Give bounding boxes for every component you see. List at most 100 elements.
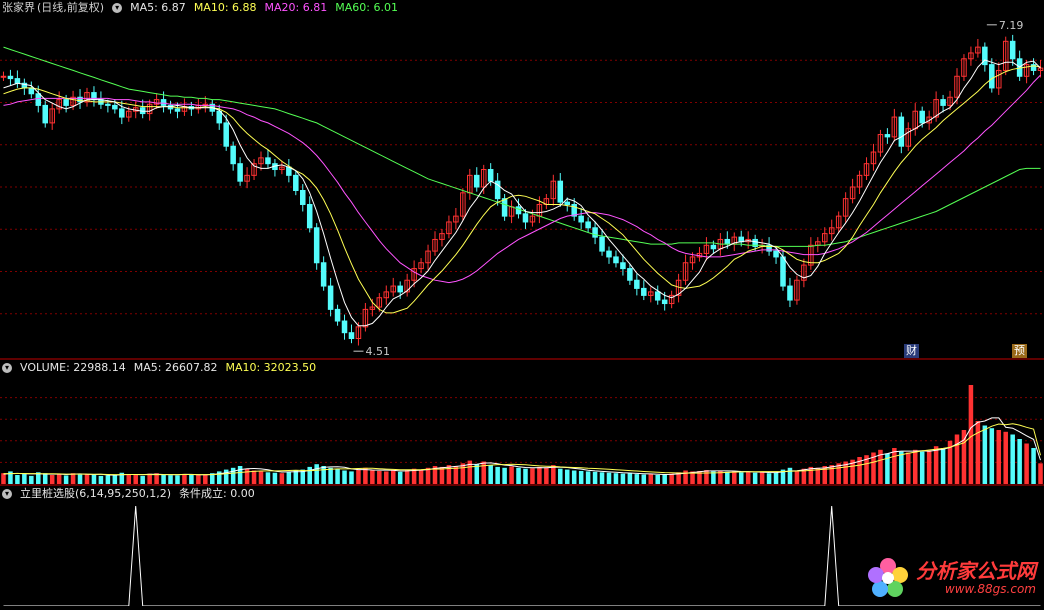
volume-bar bbox=[279, 473, 285, 484]
volume-bar bbox=[613, 473, 619, 484]
volume-bar bbox=[189, 474, 194, 484]
volume-bar bbox=[634, 474, 640, 484]
candle-body bbox=[592, 227, 598, 238]
volume-bar bbox=[704, 470, 709, 484]
volume-bar bbox=[940, 448, 946, 484]
volume-bar bbox=[544, 467, 549, 484]
settings-toggle-icon[interactable]: ▾ bbox=[112, 3, 123, 13]
volume-bar bbox=[551, 465, 556, 484]
flower-logo-icon bbox=[868, 558, 908, 597]
volume-bar bbox=[558, 468, 563, 484]
volume-bar bbox=[196, 475, 201, 484]
volume-bar bbox=[592, 471, 598, 484]
volume-bar bbox=[1038, 463, 1043, 484]
volume-bar bbox=[1031, 448, 1036, 484]
candle-body bbox=[780, 256, 786, 287]
volume-ma5-line bbox=[3, 417, 1041, 476]
volume-bar bbox=[70, 473, 76, 484]
volume-bar bbox=[258, 471, 264, 484]
volume-bar bbox=[314, 464, 319, 484]
volume-bar bbox=[1, 473, 6, 484]
volume-bar bbox=[766, 473, 772, 484]
volume-bar bbox=[91, 475, 97, 484]
candle-body bbox=[620, 262, 626, 270]
volume-toggle-icon[interactable]: ▾ bbox=[2, 363, 12, 373]
volume-bar bbox=[892, 448, 897, 484]
volume-bar bbox=[899, 451, 904, 484]
volume-bar bbox=[397, 471, 403, 484]
candle-body bbox=[654, 291, 661, 301]
annotation-label: 4.51 bbox=[365, 345, 390, 358]
candle-body bbox=[613, 256, 619, 264]
candle-body bbox=[341, 320, 348, 334]
candle-body bbox=[787, 285, 793, 301]
volume-bar bbox=[919, 451, 925, 484]
volume-bar bbox=[1017, 439, 1022, 484]
volume-bar bbox=[244, 468, 250, 484]
candle-body bbox=[293, 174, 299, 191]
volume-bar bbox=[732, 471, 737, 484]
forecast-badge[interactable]: 预 bbox=[1012, 344, 1027, 358]
ma10-readout: MA10: 6.88 bbox=[193, 1, 257, 14]
volume-bar bbox=[620, 473, 626, 484]
volume-bar bbox=[168, 475, 173, 484]
volume-bar bbox=[982, 425, 988, 484]
volume-bar bbox=[251, 470, 257, 484]
volume-bar bbox=[1010, 434, 1015, 484]
indicator-header: ▾ 立里桩选股(6,14,95,250,1,2) 条件成立: 0.00 bbox=[0, 486, 255, 502]
candle-body bbox=[898, 116, 905, 147]
volume-bar bbox=[516, 467, 521, 484]
candle-body bbox=[919, 110, 925, 124]
volume-bar bbox=[509, 466, 514, 484]
volume-bar bbox=[585, 471, 591, 484]
candle-body bbox=[7, 75, 14, 80]
candle-body bbox=[634, 279, 640, 289]
volume-bar bbox=[335, 468, 340, 484]
volume-bar bbox=[787, 467, 793, 484]
volume-bar bbox=[77, 474, 83, 484]
volume-bar bbox=[175, 475, 180, 484]
volume-bar bbox=[752, 472, 758, 484]
candle-body bbox=[320, 262, 327, 287]
volume-bar bbox=[502, 467, 507, 484]
volume-bar bbox=[349, 471, 354, 484]
volume-bar bbox=[1024, 443, 1029, 484]
financial-badge[interactable]: 财 bbox=[904, 344, 919, 358]
volume-bar bbox=[126, 474, 132, 484]
candle-body bbox=[627, 268, 633, 281]
volume-bar bbox=[968, 385, 974, 484]
volume-bar bbox=[648, 474, 654, 484]
chart-root: 7.19 4.51 bbox=[0, 0, 1044, 607]
volume-bar bbox=[926, 450, 932, 484]
candle-body bbox=[216, 110, 223, 124]
candle-body bbox=[112, 104, 118, 110]
candle-body bbox=[14, 78, 21, 84]
volume-bar bbox=[22, 474, 27, 484]
candle-body bbox=[42, 104, 49, 124]
watermark-name: 分析家公式网 bbox=[916, 559, 1036, 583]
volume-bar bbox=[996, 430, 1002, 484]
volume-bar bbox=[42, 473, 48, 484]
volume-bar bbox=[272, 472, 278, 484]
volume-bar bbox=[578, 470, 584, 484]
ma5-readout: MA5: 6.87 bbox=[130, 1, 186, 14]
volume-bar bbox=[738, 472, 744, 484]
candle-body bbox=[661, 299, 668, 305]
volume-bar bbox=[759, 472, 765, 484]
candle-body bbox=[397, 285, 403, 293]
candle-body bbox=[105, 103, 111, 106]
volume-bar bbox=[363, 467, 368, 484]
volume-bar bbox=[293, 470, 299, 484]
candle-body bbox=[230, 145, 236, 165]
volume-bar bbox=[56, 474, 62, 484]
volume-bar bbox=[370, 470, 375, 484]
volume-readout: VOLUME: 22988.14 bbox=[20, 361, 126, 374]
indicator-toggle-icon[interactable]: ▾ bbox=[2, 489, 12, 499]
candle-body bbox=[606, 250, 612, 258]
volume-bar bbox=[655, 475, 660, 484]
candle-body bbox=[564, 201, 571, 205]
candle-body bbox=[327, 285, 334, 310]
volume-bar bbox=[404, 470, 410, 484]
watermark-url: www.88gs.com bbox=[944, 582, 1036, 596]
volume-bar bbox=[495, 466, 500, 484]
